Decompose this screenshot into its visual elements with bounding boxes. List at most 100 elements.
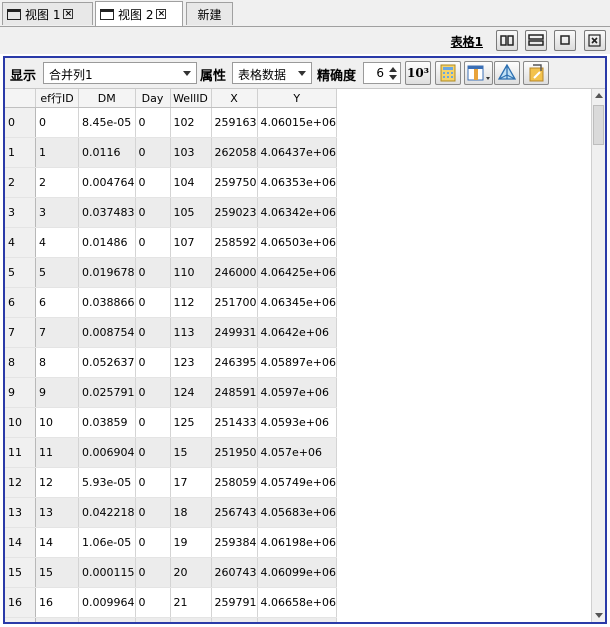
table-cell[interactable]: 258592 [211,227,258,258]
table-cell[interactable]: 4.06342e+06 [257,197,337,228]
table-cell[interactable] [35,617,79,622]
table-cell[interactable]: 0.008754 [78,317,136,348]
table-cell[interactable]: 10 [35,407,79,438]
table-cell[interactable]: 1 [35,137,79,168]
vertical-scrollbar[interactable] [591,89,605,622]
table-cell[interactable]: 0 [135,317,171,348]
tab-view-1[interactable]: 视图 1 × [2,2,93,25]
table-cell[interactable]: 104 [170,167,212,198]
table-cell[interactable]: 249931 [211,317,258,348]
row-header[interactable]: 15 [5,557,36,588]
table-row[interactable]: 17 [5,617,337,622]
table-row[interactable]: 6 6 0.038866 0 112 251700 4.06345e+06 [5,287,337,318]
table-cell[interactable]: 13 [35,497,79,528]
table-cell[interactable] [170,617,212,622]
table-cell[interactable] [211,617,258,622]
column-header[interactable]: X [211,89,258,108]
export-button[interactable] [523,61,549,85]
table-cell[interactable]: 4.0593e+06 [257,407,337,438]
table-cell[interactable]: 259163 [211,107,258,138]
row-header[interactable]: 5 [5,257,36,288]
table-cell[interactable]: 0 [135,137,171,168]
table-cell[interactable]: 0.042218 [78,497,136,528]
column-header[interactable]: ef行ID [35,89,79,108]
table-row[interactable]: 15 15 0.000115 0 20 260743 4.06099e+06 [5,557,337,588]
table-cell[interactable]: 8.45e-05 [78,107,136,138]
table-cell[interactable]: 0 [135,257,171,288]
table-cell[interactable]: 11 [35,437,79,468]
table-cell[interactable]: 259023 [211,197,258,228]
table-cell[interactable]: 4.0642e+06 [257,317,337,348]
table-row[interactable]: 14 14 1.06e-05 0 19 259384 4.06198e+06 [5,527,337,558]
row-header[interactable]: 6 [5,287,36,318]
table-cell[interactable]: 251950 [211,437,258,468]
row-header[interactable]: 13 [5,497,36,528]
table-cell[interactable]: 113 [170,317,212,348]
table-cell[interactable]: 251700 [211,287,258,318]
scroll-up-icon[interactable] [595,93,603,98]
table-cell[interactable]: 259750 [211,167,258,198]
table-cell[interactable]: 9 [35,377,79,408]
table-cell[interactable]: 5.93e-05 [78,467,136,498]
table-title[interactable]: 表格1 [451,33,483,50]
row-header[interactable]: 1 [5,137,36,168]
column-header[interactable]: DM [78,89,136,108]
table-cell[interactable]: 0.037483 [78,197,136,228]
table-cell[interactable]: 248591 [211,377,258,408]
table-cell[interactable]: 0 [135,437,171,468]
table-cell[interactable]: 0 [135,467,171,498]
table-cell[interactable]: 0 [135,557,171,588]
row-header[interactable]: 2 [5,167,36,198]
table-cell[interactable]: 4 [35,227,79,258]
table-cell[interactable]: 0.038866 [78,287,136,318]
table-cell[interactable]: 4.05749e+06 [257,467,337,498]
3d-view-button[interactable] [494,61,520,85]
table-cell[interactable]: 103 [170,137,212,168]
table-cell[interactable]: 4.06015e+06 [257,107,337,138]
scroll-down-icon[interactable] [595,613,603,618]
row-header[interactable]: 7 [5,317,36,348]
table-cell[interactable]: 6 [35,287,79,318]
table-cell[interactable]: 0.025791 [78,377,136,408]
row-header[interactable]: 12 [5,467,36,498]
table-cell[interactable]: 19 [170,527,212,558]
table-cell[interactable]: 0.004764 [78,167,136,198]
row-header[interactable]: 16 [5,587,36,618]
table-cell[interactable]: 8 [35,347,79,378]
table-cell[interactable]: 0 [35,107,79,138]
table-cell[interactable]: 0 [135,197,171,228]
row-header[interactable]: 11 [5,437,36,468]
table-cell[interactable]: 4.06099e+06 [257,557,337,588]
column-header[interactable]: Day [135,89,171,108]
stepper-down-icon[interactable] [389,75,397,80]
table-cell[interactable]: 0.009964 [78,587,136,618]
table-cell[interactable]: 5 [35,257,79,288]
table-cell[interactable]: 18 [170,497,212,528]
table-cell[interactable]: 251433 [211,407,258,438]
table-cell[interactable]: 107 [170,227,212,258]
display-select[interactable]: 合并列1 [43,62,197,84]
scroll-thumb[interactable] [593,105,604,145]
table-cell[interactable]: 0 [135,167,171,198]
table-row[interactable]: 9 9 0.025791 0 124 248591 4.0597e+06 [5,377,337,408]
table-cell[interactable]: 112 [170,287,212,318]
table-cell[interactable]: 4.06658e+06 [257,587,337,618]
scientific-notation-button[interactable]: 10³ [405,61,431,85]
row-header[interactable]: 10 [5,407,36,438]
table-cell[interactable]: 0.000115 [78,557,136,588]
table-cell[interactable]: 7 [35,317,79,348]
table-cell[interactable]: 4.06503e+06 [257,227,337,258]
table-row[interactable]: 4 4 0.01486 0 107 258592 4.06503e+06 [5,227,337,258]
table-cell[interactable]: 15 [170,437,212,468]
table-cell[interactable]: 260743 [211,557,258,588]
table-row[interactable]: 13 13 0.042218 0 18 256743 4.05683e+06 [5,497,337,528]
table-cell[interactable]: 0 [135,587,171,618]
table-row[interactable]: 10 10 0.03859 0 125 251433 4.0593e+06 [5,407,337,438]
table-row[interactable]: 0 0 8.45e-05 0 102 259163 4.06015e+06 [5,107,337,138]
table-cell[interactable]: 246395 [211,347,258,378]
table-cell[interactable]: 4.06353e+06 [257,167,337,198]
row-header[interactable]: 8 [5,347,36,378]
tab-view-2[interactable]: 视图 2 × [95,1,183,26]
table-row[interactable]: 5 5 0.019678 0 110 246000 4.06425e+06 [5,257,337,288]
table-cell[interactable]: 4.06437e+06 [257,137,337,168]
